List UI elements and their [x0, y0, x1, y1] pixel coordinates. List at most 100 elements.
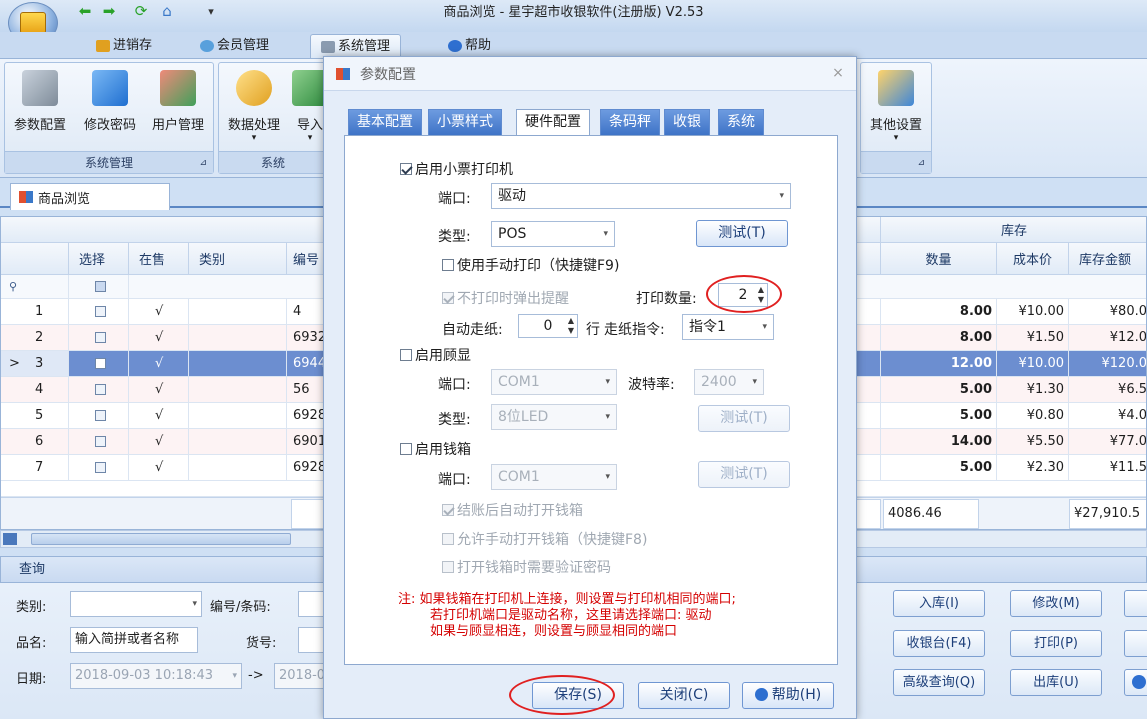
stock-out-button[interactable]: 出库(U) [1010, 669, 1102, 696]
row-number-cell[interactable]: 2 [1, 325, 69, 351]
select-checkbox-cell[interactable] [69, 377, 129, 403]
display-type-select[interactable]: 8位LED ▾ [491, 404, 617, 430]
cost-column-header[interactable]: 成本价 [997, 243, 1069, 275]
cashbox-test-button[interactable]: 测试(T) [698, 461, 790, 488]
display-port-select[interactable]: COM1 ▾ [491, 369, 617, 395]
auto-open-cashbox-checkbox[interactable]: 结账后自动打开钱箱 [442, 500, 583, 520]
cost-cell[interactable]: ¥2.30 [997, 455, 1069, 481]
on-sale-cell[interactable]: √ [129, 299, 189, 325]
verify-password-checkbox[interactable]: 打开钱箱时需要验证密码 [442, 557, 611, 577]
stock-in-button[interactable]: 入库(I) [893, 590, 985, 617]
stock-amount-column-header[interactable]: 库存金额 [1069, 243, 1146, 275]
stock-amount-cell[interactable]: ¥77.0 [1069, 429, 1146, 455]
baud-rate-select[interactable]: 2400 ▾ [694, 369, 764, 395]
display-test-button[interactable]: 测试(T) [698, 405, 790, 432]
manual-print-checkbox[interactable]: 使用手动打印（快捷键F9) [442, 255, 619, 275]
stock-amount-cell[interactable]: ¥4.0 [1069, 403, 1146, 429]
row-number-cell[interactable]: 5 [1, 403, 69, 429]
printer-test-button[interactable]: 测试(T) [696, 220, 788, 247]
select-checkbox[interactable] [95, 462, 106, 473]
qty-cell[interactable]: 12.00 [881, 351, 997, 377]
cost-cell[interactable]: ¥0.80 [997, 403, 1069, 429]
doc-tab-product-browse[interactable]: 商品浏览 [10, 183, 170, 210]
change-password-button[interactable]: 修改密码 [78, 70, 142, 133]
qty-cell[interactable]: 5.00 [881, 403, 997, 429]
category-cell[interactable] [189, 403, 287, 429]
tab-system[interactable]: 系统管理 [310, 34, 402, 58]
tab-members[interactable]: 会员管理 [190, 34, 279, 58]
qty-cell[interactable]: 14.00 [881, 429, 997, 455]
name-input[interactable]: 输入简拼或者名称 [70, 627, 198, 653]
on-sale-cell[interactable]: √ [129, 351, 189, 377]
scrollbar-thumb[interactable] [31, 533, 291, 545]
qty-column-header[interactable]: 数量 [881, 243, 997, 275]
advanced-query-button[interactable]: 高级查询(Q) [893, 669, 985, 696]
stock-amount-cell[interactable]: ¥12.0 [1069, 325, 1146, 351]
stock-amount-cell[interactable]: ¥80.0 [1069, 299, 1146, 325]
stock-amount-cell[interactable]: ¥6.5 [1069, 377, 1146, 403]
code-input[interactable] [298, 591, 324, 617]
cost-cell[interactable]: ¥10.00 [997, 351, 1069, 377]
tab-barcode-scale[interactable]: 条码秤 [600, 109, 660, 135]
select-checkbox-cell[interactable] [69, 455, 129, 481]
select-checkbox-cell[interactable] [69, 299, 129, 325]
category-cell[interactable] [189, 455, 287, 481]
qty-cell[interactable]: 5.00 [881, 455, 997, 481]
row-number-cell[interactable]: >3 [1, 351, 69, 377]
extra-button-2[interactable] [1124, 630, 1147, 657]
date-from-input[interactable]: 2018-09-03 10:18:43 ▾ [70, 663, 242, 689]
home-icon[interactable]: ⌂ [156, 2, 178, 20]
on-sale-cell[interactable]: √ [129, 377, 189, 403]
row-number-cell[interactable]: 6 [1, 429, 69, 455]
category-cell[interactable] [189, 351, 287, 377]
select-checkbox-cell[interactable] [69, 403, 129, 429]
close-icon[interactable]: × [830, 65, 846, 81]
cost-cell[interactable]: ¥5.50 [997, 429, 1069, 455]
tab-hardware-config[interactable]: 硬件配置 [516, 109, 590, 136]
select-checkbox-cell[interactable] [69, 325, 129, 351]
other-settings-button[interactable]: 其他设置 ▾ [862, 70, 930, 143]
on-sale-column-header[interactable]: 在售 [129, 243, 189, 275]
enable-printer-checkbox[interactable]: 启用小票打印机 [400, 159, 513, 179]
stock-amount-cell[interactable]: ¥120.0 [1069, 351, 1146, 377]
tab-system[interactable]: 系统 [718, 109, 764, 135]
filter-select-checkbox[interactable] [69, 275, 129, 299]
back-arrow-icon[interactable]: ⬅ [74, 2, 96, 20]
row-number-cell[interactable]: 4 [1, 377, 69, 403]
filter-row-icon[interactable]: ⚲ [1, 275, 69, 299]
data-processing-button[interactable]: 数据处理 ▾ [222, 70, 286, 143]
tab-inventory[interactable]: 进销存 [86, 34, 162, 58]
on-sale-cell[interactable]: √ [129, 429, 189, 455]
on-sale-cell[interactable]: √ [129, 455, 189, 481]
quick-access-dropdown-icon[interactable]: ▾ [200, 2, 222, 20]
extra-button-1[interactable] [1124, 590, 1147, 617]
on-sale-cell[interactable]: √ [129, 403, 189, 429]
category-select[interactable]: ▾ [70, 591, 202, 617]
stock-amount-cell[interactable]: ¥11.5 [1069, 455, 1146, 481]
select-checkbox-cell[interactable] [69, 351, 129, 377]
tab-cashier[interactable]: 收银 [664, 109, 710, 135]
forward-arrow-icon[interactable]: ➡ [98, 2, 120, 20]
on-sale-cell[interactable]: √ [129, 325, 189, 351]
row-number-cell[interactable]: 1 [1, 299, 69, 325]
category-cell[interactable] [189, 325, 287, 351]
cost-cell[interactable]: ¥1.30 [997, 377, 1069, 403]
close-button[interactable]: 关闭(C) [638, 682, 730, 709]
enable-cashbox-checkbox[interactable]: 启用钱箱 [400, 439, 471, 459]
auto-feed-spinner[interactable]: 0 ▲ ▼ [518, 314, 578, 338]
cost-cell[interactable]: ¥1.50 [997, 325, 1069, 351]
qty-cell[interactable]: 5.00 [881, 377, 997, 403]
cashier-button[interactable]: 收银台(F4) [893, 630, 985, 657]
category-cell[interactable] [189, 299, 287, 325]
cost-cell[interactable]: ¥10.00 [997, 299, 1069, 325]
tab-basic-config[interactable]: 基本配置 [348, 109, 422, 135]
date-to-input[interactable]: 2018-0 [274, 663, 324, 689]
sku-input[interactable] [298, 627, 324, 653]
enable-display-checkbox[interactable]: 启用顾显 [400, 345, 471, 365]
scroll-left-arrow-icon[interactable] [3, 533, 17, 545]
select-checkbox[interactable] [95, 358, 106, 369]
category-column-header[interactable]: 类别 [189, 243, 287, 275]
select-checkbox[interactable] [95, 410, 106, 421]
select-checkbox[interactable] [95, 436, 106, 447]
extra-help-button[interactable] [1124, 669, 1147, 696]
